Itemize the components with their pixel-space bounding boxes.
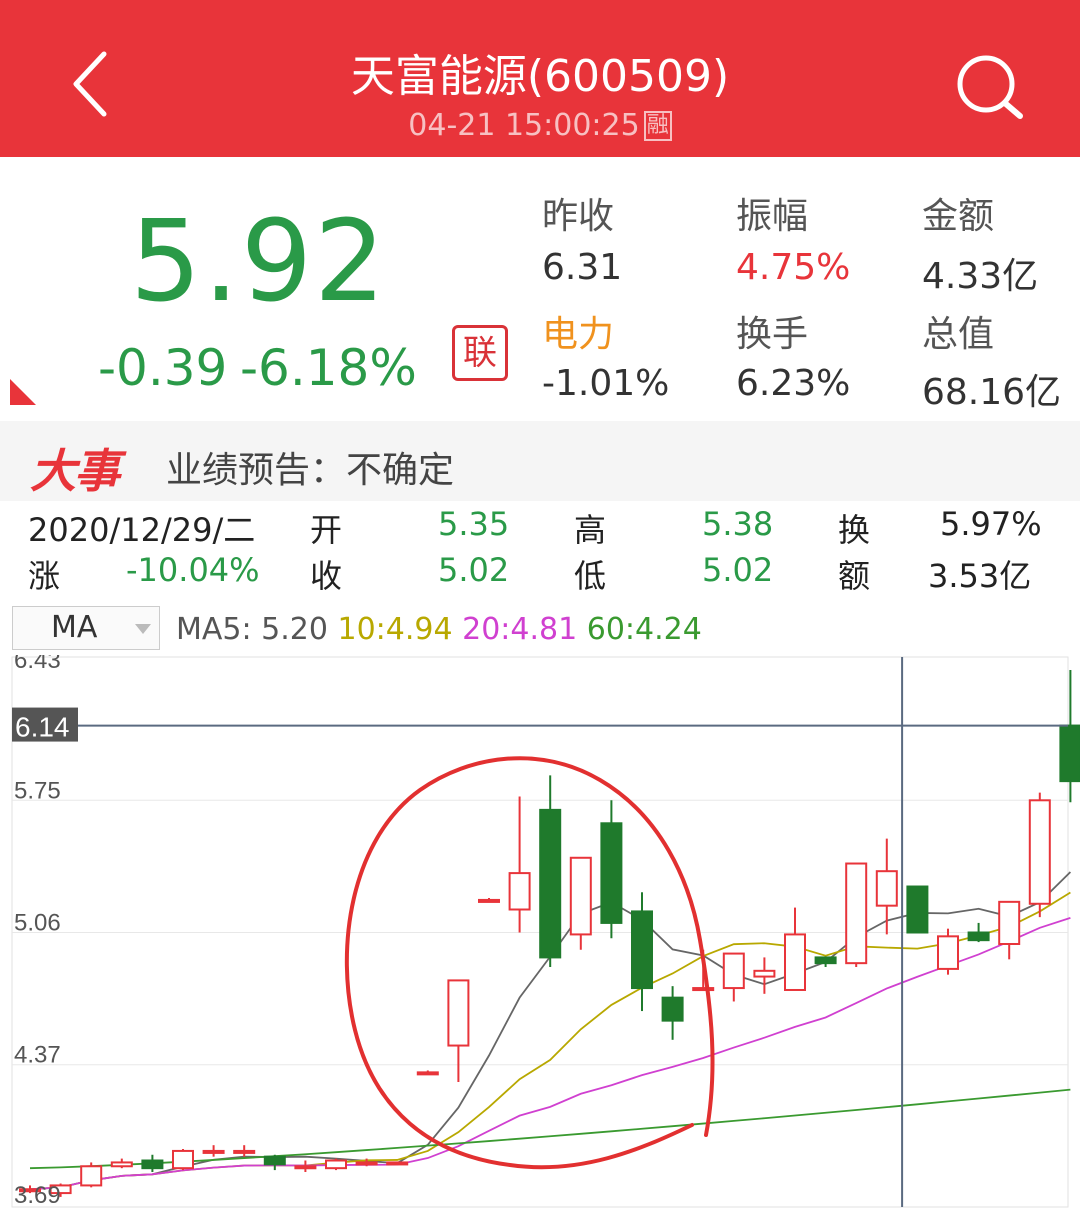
- day-date: 2020/12/29/二: [28, 511, 256, 549]
- amount-value: 3.53亿: [928, 557, 1032, 595]
- ma-legend: MA5: 5.20 10:4.94 20:4.81 60:4.24: [176, 612, 702, 647]
- ma20-label: 20:: [462, 612, 511, 647]
- candle-body[interactable]: [294, 1165, 317, 1170]
- stat-value-market-cap: 68.16亿: [922, 372, 1062, 413]
- ma5-label: MA5:: [176, 612, 252, 647]
- candle-body[interactable]: [355, 1161, 378, 1166]
- candle-body[interactable]: [906, 885, 929, 934]
- candle-body[interactable]: [508, 872, 531, 911]
- candle-body[interactable]: [1059, 724, 1080, 783]
- candle-body[interactable]: [753, 969, 776, 978]
- amount-label: 额: [838, 557, 871, 595]
- high-label: 高: [574, 511, 607, 549]
- low-label: 低: [574, 557, 607, 595]
- ma10-label: 10:: [337, 612, 386, 647]
- candle-body[interactable]: [80, 1165, 103, 1187]
- open-value: 5.35: [438, 505, 510, 543]
- candle-body[interactable]: [600, 822, 623, 924]
- candle-body[interactable]: [447, 979, 470, 1047]
- indicator-select-value: MA: [51, 610, 98, 645]
- y-tick-label: 4.37: [14, 1042, 61, 1069]
- current-price: 5.92: [130, 197, 388, 327]
- candle-body[interactable]: [631, 910, 653, 990]
- stat-label-amount: 金额: [922, 196, 995, 237]
- quote-panel: 5.92 -0.39 -6.18% 联 昨收 6.31 振幅 4.75% 金额 …: [0, 157, 1080, 419]
- stat-value-prev-close: 6.31: [542, 247, 623, 288]
- link-badge-button[interactable]: 联: [452, 325, 508, 381]
- stat-value-amount: 4.33亿: [922, 256, 1039, 297]
- close-label: 收: [310, 557, 343, 595]
- stat-value-sector: -1.01%: [542, 363, 670, 404]
- candle-body[interactable]: [661, 996, 684, 1022]
- candle-body[interactable]: [325, 1159, 347, 1170]
- candle-body[interactable]: [937, 935, 959, 970]
- turnover-label: 换: [838, 511, 871, 549]
- corner-marker-icon: [10, 379, 36, 405]
- price-change: -0.39: [98, 339, 228, 397]
- change-value: -10.04%: [126, 551, 260, 589]
- y-tick-label: 5.75: [14, 777, 61, 804]
- crosshair-price-label: 6.14: [15, 712, 70, 743]
- candle-body[interactable]: [784, 933, 806, 991]
- candle-body[interactable]: [478, 898, 500, 903]
- candle-body[interactable]: [569, 856, 592, 936]
- candle-body[interactable]: [692, 987, 715, 992]
- ma60-label: 60:: [586, 612, 636, 647]
- candle-body[interactable]: [141, 1159, 164, 1170]
- margin-badge: 融: [643, 111, 672, 141]
- y-tick-label: 5.06: [14, 910, 61, 937]
- stat-label-market-cap: 总值: [922, 314, 995, 355]
- turnover-value: 5.97%: [940, 505, 1042, 543]
- stat-label-turnover: 换手: [736, 314, 809, 355]
- candle-body[interactable]: [967, 931, 990, 942]
- candle-body[interactable]: [172, 1149, 194, 1170]
- candle-body[interactable]: [202, 1149, 225, 1154]
- top-bar: 天富能源(600509) 04-21 15:00:25 融: [0, 0, 1080, 157]
- low-value: 5.02: [702, 551, 774, 589]
- search-icon[interactable]: [952, 50, 1028, 126]
- ma10-value: 4.94: [385, 612, 453, 647]
- stock-title: 天富能源(600509): [350, 51, 730, 102]
- candle-body[interactable]: [998, 900, 1021, 945]
- candle-body[interactable]: [875, 870, 898, 907]
- y-tick-label: 3.69: [14, 1182, 61, 1209]
- price-change-pct: -6.18%: [240, 339, 417, 397]
- event-text: 业绩预告：不确定: [166, 450, 455, 491]
- event-tag: 大事: [30, 444, 120, 498]
- datetime-text: 04-21 15:00:25: [408, 108, 640, 143]
- candle-body[interactable]: [110, 1161, 133, 1168]
- stat-label-sector[interactable]: 电力: [542, 305, 614, 357]
- candle-body[interactable]: [814, 956, 837, 965]
- quote-datetime: 04-21 15:00:25 融: [0, 108, 1080, 143]
- ma20-value: 4.81: [510, 612, 578, 647]
- change-label: 涨: [28, 557, 61, 595]
- high-value: 5.38: [702, 505, 774, 543]
- stat-value-amplitude: 4.75%: [736, 247, 851, 288]
- stat-label-prev-close: 昨收: [542, 196, 615, 237]
- ma5-value: 5.20: [261, 612, 328, 647]
- stat-value-turnover: 6.23%: [736, 363, 851, 404]
- y-tick-label: 6.43: [14, 655, 61, 674]
- candle-body[interactable]: [263, 1155, 286, 1166]
- candle-body[interactable]: [722, 952, 745, 990]
- candle-body[interactable]: [539, 808, 562, 959]
- open-label: 开: [310, 511, 343, 549]
- day-info-panel: 2020/12/29/二 开 5.35 高 5.38 换 5.97% 涨 -10…: [0, 501, 1080, 597]
- candlestick-chart[interactable]: 6.43 5.75 5.06 4.37 3.69 6.14: [0, 655, 1080, 1209]
- indicator-select[interactable]: MA: [12, 606, 160, 650]
- chevron-down-icon: [135, 624, 151, 634]
- candle-body[interactable]: [845, 862, 868, 965]
- candle-body[interactable]: [386, 1161, 409, 1166]
- candle-body[interactable]: [1028, 799, 1051, 905]
- candle-body[interactable]: [416, 1071, 439, 1076]
- candle-body[interactable]: [233, 1149, 256, 1154]
- ma60-value: 4.24: [635, 612, 702, 647]
- close-value: 5.02: [438, 551, 510, 589]
- stat-label-amplitude: 振幅: [736, 196, 809, 237]
- event-banner[interactable]: 大事 业绩预告：不确定: [0, 421, 1080, 501]
